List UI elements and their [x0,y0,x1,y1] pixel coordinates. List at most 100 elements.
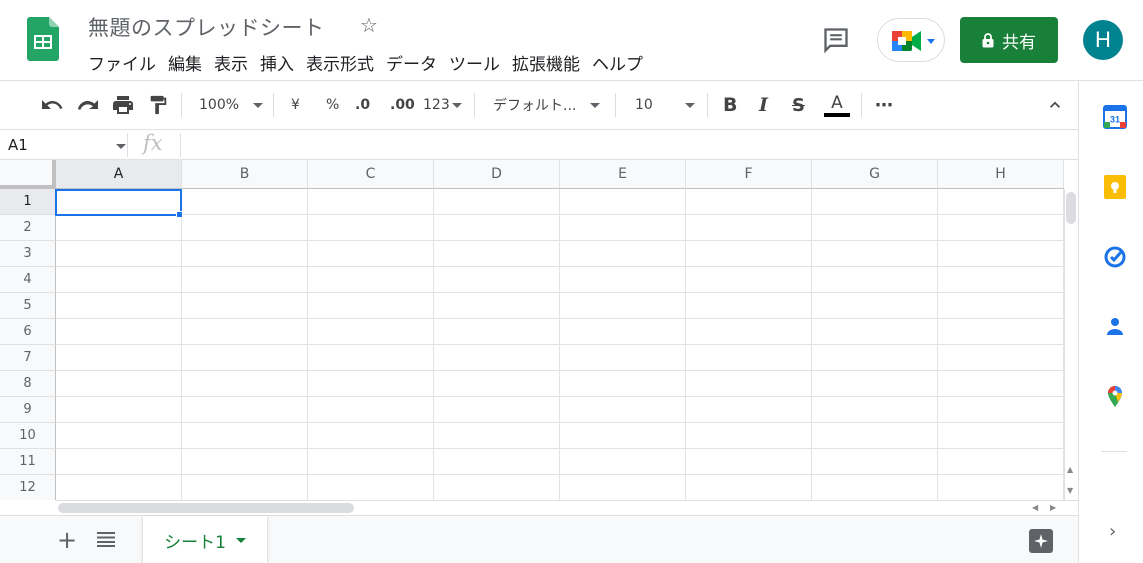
currency-button[interactable]: ¥ [291,81,300,129]
menu-view[interactable]: 表示 [208,50,254,75]
italic-button[interactable]: I [759,81,768,129]
bold-button[interactable]: B [723,81,737,129]
toolbar: 100% ¥ % .0 .00 123 デフォルト... 10 B I S A … [0,81,1078,129]
chevron-down-icon [451,102,462,108]
increase-decimal-label: .00 [390,97,415,113]
active-cell-a1[interactable] [55,189,182,216]
row-header-5[interactable]: 5 [0,293,56,319]
column-header-d[interactable]: D [434,160,560,189]
scroll-down-icon[interactable]: ▼ [1067,486,1073,495]
text-color-button[interactable]: A [824,81,850,129]
column-header-a[interactable]: A [56,160,182,189]
scroll-right-icon[interactable]: ▶ [1050,503,1056,512]
row-header-4[interactable]: 4 [0,267,56,293]
vertical-scroll-thumb[interactable] [1066,192,1076,224]
side-panel: 31 › [1078,81,1143,563]
zoom-select[interactable]: 100% [199,81,264,129]
menu-insert[interactable]: 挿入 [254,50,300,75]
horizontal-scroll-thumb[interactable] [58,503,354,513]
row-header-3[interactable]: 3 [0,241,56,267]
lock-icon [982,32,994,47]
tasks-icon[interactable] [1103,245,1127,269]
sheets-logo-icon[interactable] [27,17,59,61]
cell-area[interactable] [56,189,1064,500]
meet-button[interactable] [877,18,945,62]
chevron-down-icon [684,102,695,108]
strikethrough-button[interactable]: S [792,81,805,129]
expand-side-panel-icon[interactable]: › [1109,521,1116,542]
chevron-down-icon[interactable] [116,144,126,149]
spreadsheet-grid: A B C D E F G H 1 2 3 4 5 6 7 8 9 10 11 … [0,160,1064,500]
toolbar-divider [273,93,274,117]
fill-handle[interactable] [176,211,183,218]
print-icon[interactable] [111,81,135,129]
sheet-tab-label: シート1 [164,532,226,553]
scroll-up-icon[interactable]: ▲ [1067,465,1073,474]
row-header-8[interactable]: 8 [0,371,56,397]
font-size-select[interactable]: 10 [635,81,695,129]
keep-icon[interactable] [1103,175,1127,199]
all-sheets-icon[interactable] [97,531,115,551]
vertical-scrollbar[interactable] [1064,189,1078,500]
column-header-f[interactable]: F [686,160,812,189]
row-header-1[interactable]: 1 [0,189,56,215]
comment-history-icon[interactable] [822,26,850,54]
column-header-g[interactable]: G [812,160,938,189]
share-label: 共有 [1002,32,1036,53]
formula-divider [180,133,181,157]
font-family-select[interactable]: デフォルト... [493,81,601,129]
zoom-value: 100% [199,97,240,113]
row-header-7[interactable]: 7 [0,345,56,371]
explore-icon[interactable] [1029,529,1053,553]
chevron-down-icon[interactable] [235,537,246,543]
sheet-tab-1[interactable]: シート1 [143,516,267,563]
more-formats-select[interactable]: 123 [423,81,462,129]
percent-button[interactable]: % [326,81,339,129]
menu-bar: ファイル 編集 表示 挿入 表示形式 データ ツール 拡張機能 ヘルプ [82,50,649,75]
column-header-e[interactable]: E [560,160,686,189]
menu-edit[interactable]: 編集 [162,50,208,75]
contacts-icon[interactable] [1103,315,1127,339]
calendar-icon[interactable]: 31 [1103,105,1127,129]
menu-extensions[interactable]: 拡張機能 [506,50,586,75]
formula-input[interactable] [190,130,1070,159]
column-header-h[interactable]: H [938,160,1064,189]
row-header-11[interactable]: 11 [0,449,56,475]
increase-decimal-button[interactable]: .00 [390,81,415,129]
font-family-value: デフォルト... [493,98,577,114]
name-box[interactable]: A1 [8,136,28,154]
menu-tools[interactable]: ツール [443,50,506,75]
row-header-10[interactable]: 10 [0,423,56,449]
more-options-icon[interactable]: ⋯ [875,81,893,129]
scroll-left-icon[interactable]: ◀ [1032,503,1038,512]
share-button[interactable]: 共有 [960,17,1058,63]
formula-bar: A1 fx [0,129,1078,160]
row-header-6[interactable]: 6 [0,319,56,345]
menu-data[interactable]: データ [380,50,443,75]
toolbar-divider [615,93,616,117]
row-header-12[interactable]: 12 [0,475,56,500]
collapse-toolbar-icon[interactable] [1045,81,1065,129]
calendar-day: 31 [1110,115,1120,125]
undo-icon[interactable] [40,81,64,129]
menu-file[interactable]: ファイル [82,50,162,75]
redo-icon[interactable] [76,81,100,129]
select-all-corner[interactable] [0,160,56,189]
decrease-decimal-label: .0 [355,97,371,113]
sheets-app: 無題のスプレッドシート ☆ ファイル 編集 表示 挿入 表示形式 データ ツール… [0,0,1143,563]
star-icon[interactable]: ☆ [360,13,378,37]
decrease-decimal-button[interactable]: .0 [355,81,370,129]
row-header-9[interactable]: 9 [0,397,56,423]
chevron-down-icon [590,102,601,108]
column-header-b[interactable]: B [182,160,308,189]
maps-icon[interactable] [1103,385,1127,409]
user-avatar[interactable]: H [1083,20,1123,60]
menu-help[interactable]: ヘルプ [586,50,649,75]
menu-format[interactable]: 表示形式 [300,50,380,75]
add-sheet-icon[interactable]: + [57,526,77,554]
paint-format-icon[interactable] [147,81,169,129]
row-header-2[interactable]: 2 [0,215,56,241]
toolbar-divider [474,93,475,117]
document-title[interactable]: 無題のスプレッドシート [88,12,325,42]
column-header-c[interactable]: C [308,160,434,189]
